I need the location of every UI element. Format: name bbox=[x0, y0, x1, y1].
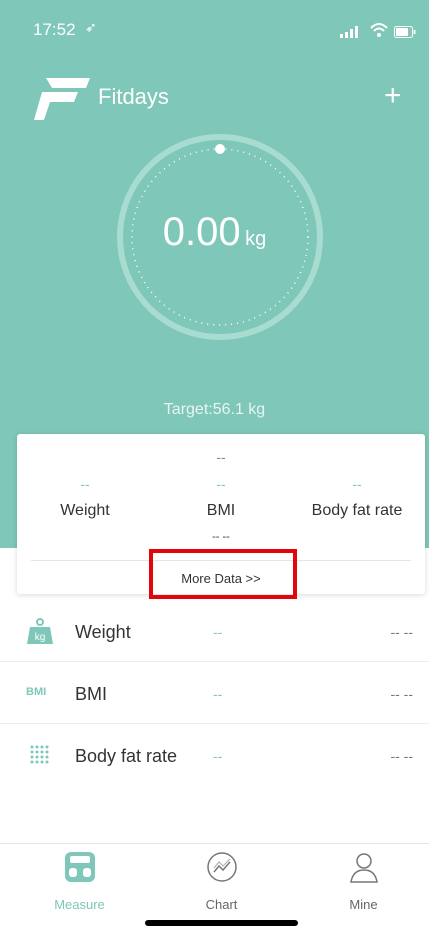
list-item-name: BMI bbox=[75, 684, 108, 704]
highlight-box bbox=[149, 549, 297, 599]
metric-value: -- bbox=[80, 476, 90, 492]
tab-label: Chart bbox=[205, 897, 238, 912]
status-time: 17:52 bbox=[33, 20, 76, 39]
target-weight: Target:56.1 kg bbox=[163, 401, 266, 418]
list-item-body-fat[interactable]: Body fat rate -- -- -- bbox=[0, 726, 429, 786]
add-device-button[interactable]: + bbox=[384, 79, 402, 113]
metric-bmi: -- BMI bbox=[153, 476, 289, 520]
list-item-bmi[interactable]: BMI BMI -- -- -- bbox=[0, 664, 429, 724]
app-title: Fitdays bbox=[98, 84, 169, 109]
home-indicator bbox=[145, 920, 298, 926]
metric-value: -- bbox=[352, 476, 362, 492]
metric-label: Weight bbox=[60, 502, 110, 519]
person-icon bbox=[349, 853, 378, 883]
tab-label: Measure bbox=[54, 897, 105, 912]
status-bar: 17:52 ➶ bbox=[0, 0, 429, 50]
metric-label: Body fat rate bbox=[311, 502, 403, 519]
metric-body-fat: -- Body fat rate bbox=[289, 476, 425, 520]
list-item-right-value: -- -- bbox=[390, 686, 413, 702]
list-item-name: Body fat rate bbox=[75, 746, 178, 766]
bmi-icon: BMI bbox=[26, 686, 47, 698]
tab-label: Mine bbox=[349, 897, 378, 912]
weight-readout: 0.00 kg bbox=[0, 210, 429, 255]
battery-icon bbox=[394, 26, 416, 38]
list-item-name: Weight bbox=[75, 622, 131, 642]
list-item-weight[interactable]: kg Weight -- -- -- bbox=[0, 602, 429, 662]
list-item-right-value: -- -- bbox=[390, 624, 413, 640]
row-divider bbox=[0, 723, 429, 724]
chart-icon bbox=[206, 852, 237, 882]
list-item-value: -- bbox=[213, 748, 223, 764]
weight-value: 0.00 bbox=[162, 210, 241, 254]
row-divider bbox=[0, 661, 429, 662]
tab-measure[interactable]: Measure bbox=[8, 844, 151, 927]
weight-icon-text: kg bbox=[35, 632, 46, 643]
tab-mine[interactable]: Mine bbox=[292, 844, 429, 927]
body-fat-icon bbox=[30, 745, 49, 764]
signal-icon bbox=[340, 26, 358, 38]
list-item-value: -- bbox=[213, 686, 223, 702]
weight-kg-icon: kg bbox=[27, 618, 53, 644]
list-item-value: -- bbox=[213, 624, 223, 640]
metric-label: BMI bbox=[206, 502, 236, 519]
location-icon: ➶ bbox=[85, 19, 97, 35]
scale-icon bbox=[64, 852, 95, 882]
metric-value: -- bbox=[216, 476, 226, 492]
tab-chart[interactable]: Chart bbox=[150, 844, 293, 927]
weight-unit: kg bbox=[245, 228, 267, 250]
fitdays-logo-icon bbox=[34, 78, 90, 120]
metric-weight: -- Weight bbox=[17, 476, 153, 520]
wifi-icon bbox=[370, 23, 388, 37]
summary-top-value: -- bbox=[216, 449, 226, 465]
summary-sub-value: -- -- bbox=[212, 531, 230, 543]
tab-bar: Measure Chart Mine bbox=[0, 843, 429, 927]
list-item-right-value: -- -- bbox=[390, 748, 413, 764]
